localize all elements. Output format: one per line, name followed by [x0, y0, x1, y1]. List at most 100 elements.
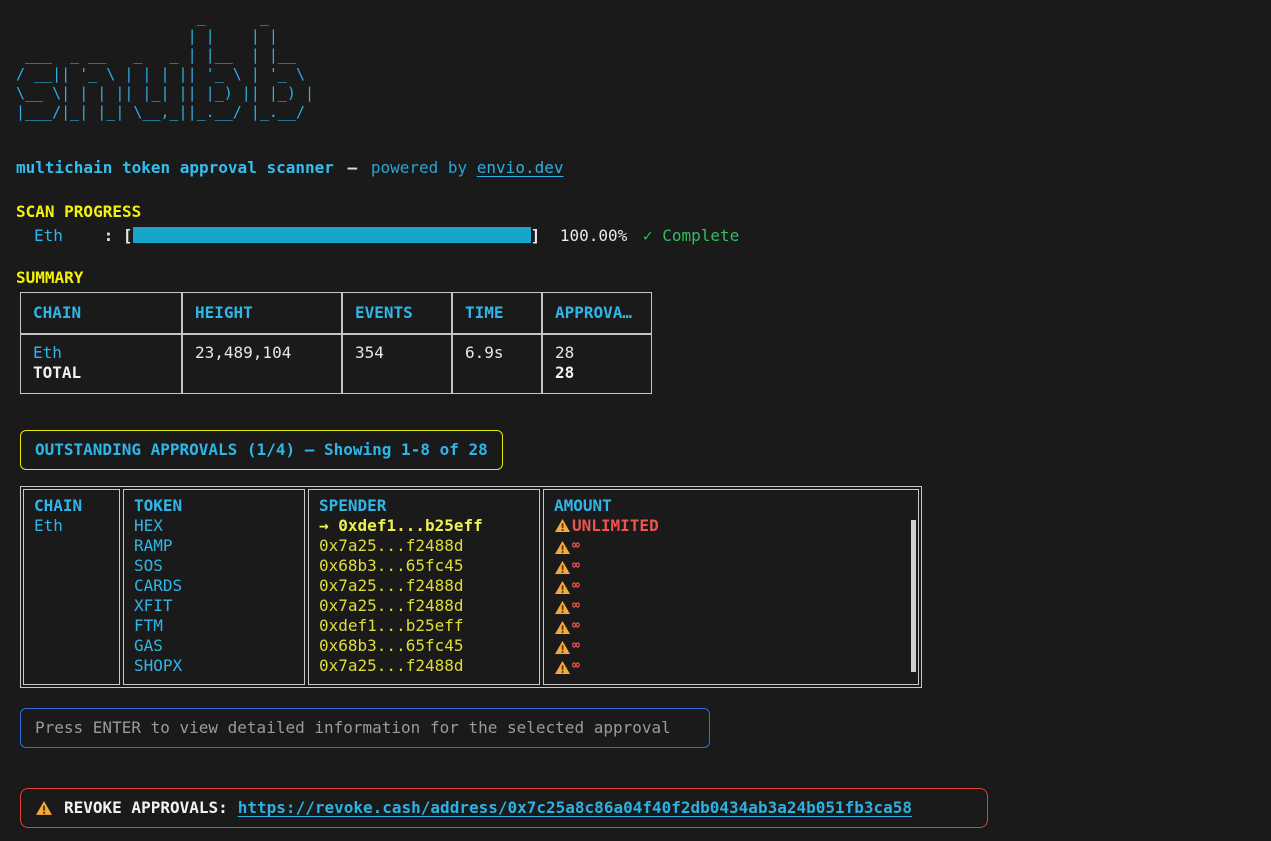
- summary-approvals-value: 28: [555, 343, 639, 363]
- approvals-column-token: TOKEN HEXRAMPSOSCARDSXFITFTMGASSHOPX: [123, 489, 305, 685]
- amount-cell[interactable]: ∞: [554, 556, 908, 576]
- spender-cell[interactable]: 0x68b3...65fc45: [319, 556, 529, 576]
- approvals-chain-value: Eth: [34, 516, 109, 536]
- spender-cell[interactable]: 0xdef1...b25eff: [319, 616, 529, 636]
- spender-cell[interactable]: 0x68b3...65fc45: [319, 636, 529, 656]
- token-cell[interactable]: CARDS: [134, 576, 294, 596]
- hint-message: Press ENTER to view detailed information…: [20, 708, 710, 748]
- summary-cell-height: 23,489,104: [182, 334, 342, 394]
- summary-chain-value: Eth: [33, 343, 169, 363]
- summary-col-chain: CHAIN: [20, 292, 182, 334]
- app-title-line: multichain token approval scanner — powe…: [16, 158, 1255, 178]
- progress-chain-label: Eth: [34, 226, 94, 246]
- warning-icon: [554, 620, 571, 635]
- progress-row: Eth : [] 100.00% ✓ Complete: [16, 226, 1255, 246]
- warning-icon: [554, 580, 571, 595]
- amount-value: ∞: [572, 558, 579, 573]
- revoke-label: REVOKE APPROVALS:: [64, 798, 228, 818]
- summary-total-label: TOTAL: [33, 363, 169, 383]
- amount-cell[interactable]: UNLIMITED: [554, 516, 908, 536]
- approvals-col-header-token: TOKEN: [134, 496, 294, 516]
- approvals-column-spender: SPENDER → 0xdef1...b25eff0x7a25...f2488d…: [308, 489, 540, 685]
- outstanding-approvals-header: OUTSTANDING APPROVALS (1/4) — Showing 1-…: [20, 430, 503, 470]
- scrollbar-thumb[interactable]: [911, 520, 916, 672]
- token-cell[interactable]: RAMP: [134, 536, 294, 556]
- approvals-col-header-chain: CHAIN: [34, 496, 109, 516]
- amount-cell[interactable]: ∞: [554, 636, 908, 656]
- summary-col-events: EVENTS: [342, 292, 452, 334]
- revoke-link[interactable]: https://revoke.cash/address/0x7c25a8c86a…: [238, 798, 912, 818]
- spender-cell[interactable]: 0x7a25...f2488d: [319, 536, 529, 556]
- amount-value: ∞: [572, 598, 579, 613]
- amount-value: ∞: [572, 638, 579, 653]
- spender-address: 0xdef1...b25eff: [338, 516, 483, 535]
- summary-table: CHAIN HEIGHT EVENTS TIME APPROVA… Eth TO…: [20, 292, 652, 394]
- summary-cell-approvals: 28 28: [542, 334, 652, 394]
- spender-cell[interactable]: 0x7a25...f2488d: [319, 656, 529, 676]
- amount-value: ∞: [572, 658, 579, 673]
- amount-cell[interactable]: ∞: [554, 616, 908, 636]
- spender-cell[interactable]: 0x7a25...f2488d: [319, 596, 529, 616]
- summary-body-row: Eth TOTAL 23,489,104 354 6.9s 28 28: [20, 334, 652, 394]
- warning-icon: [554, 540, 571, 555]
- progress-bracket-close: ]: [531, 226, 541, 245]
- progress-status-label: Complete: [662, 226, 739, 245]
- approvals-column-amount: AMOUNT UNLIMITED ∞ ∞ ∞ ∞ ∞ ∞ ∞: [543, 489, 919, 685]
- warning-icon: [554, 660, 571, 675]
- spender-column-items: → 0xdef1...b25eff0x7a25...f2488d0x68b3..…: [319, 516, 529, 676]
- token-cell[interactable]: SOS: [134, 556, 294, 576]
- summary-cell-events: 354: [342, 334, 452, 394]
- summary-events-value: 354: [355, 343, 439, 363]
- progress-bar: [133, 227, 531, 243]
- warning-icon: [554, 600, 571, 615]
- warning-icon: [35, 800, 53, 816]
- revoke-banner: REVOKE APPROVALS: https://revoke.cash/ad…: [20, 788, 988, 828]
- progress-percent: 100.00%: [550, 226, 633, 245]
- summary-header-row: CHAIN HEIGHT EVENTS TIME APPROVA…: [20, 292, 652, 334]
- spender-cell[interactable]: → 0xdef1...b25eff: [319, 516, 529, 536]
- selected-arrow-icon: →: [319, 516, 329, 535]
- warning-icon: [554, 560, 571, 575]
- scan-progress-heading: SCAN PROGRESS: [16, 202, 1255, 222]
- token-cell[interactable]: SHOPX: [134, 656, 294, 676]
- token-cell[interactable]: GAS: [134, 636, 294, 656]
- amount-value: UNLIMITED: [572, 516, 659, 535]
- summary-col-time: TIME: [452, 292, 542, 334]
- summary-cell-time: 6.9s: [452, 334, 542, 394]
- progress-bracket-open: [: [123, 226, 133, 245]
- summary-time-value: 6.9s: [465, 343, 529, 363]
- approvals-col-header-amount: AMOUNT: [554, 496, 908, 516]
- check-icon: ✓: [643, 226, 653, 245]
- progress-bar-fill: [133, 227, 531, 243]
- spender-cell[interactable]: 0x7a25...f2488d: [319, 576, 529, 596]
- amount-cell[interactable]: ∞: [554, 576, 908, 596]
- progress-colon: :: [104, 226, 114, 245]
- amount-column-items: UNLIMITED ∞ ∞ ∞ ∞ ∞ ∞ ∞: [554, 516, 908, 676]
- summary-heading: SUMMARY: [16, 268, 1255, 288]
- app-title: multichain token approval scanner: [16, 158, 334, 177]
- amount-value: ∞: [572, 618, 579, 633]
- approvals-table: CHAIN Eth TOKEN HEXRAMPSOSCARDSXFITFTMGA…: [20, 486, 922, 688]
- token-column-items: HEXRAMPSOSCARDSXFITFTMGASSHOPX: [134, 516, 294, 676]
- token-cell[interactable]: HEX: [134, 516, 294, 536]
- summary-col-height: HEIGHT: [182, 292, 342, 334]
- approvals-col-header-spender: SPENDER: [319, 496, 529, 516]
- warning-icon: [554, 640, 571, 655]
- amount-cell[interactable]: ∞: [554, 656, 908, 676]
- powered-by-text: powered by: [371, 158, 467, 177]
- amount-value: ∞: [572, 538, 579, 553]
- envio-link[interactable]: envio.dev: [477, 158, 564, 177]
- approvals-column-chain: CHAIN Eth: [23, 489, 120, 685]
- token-cell[interactable]: XFIT: [134, 596, 294, 616]
- amount-value: ∞: [572, 578, 579, 593]
- progress-status: ✓ Complete: [643, 226, 739, 245]
- warning-icon: [554, 518, 571, 533]
- amount-cell[interactable]: ∞: [554, 536, 908, 556]
- amount-cell[interactable]: ∞: [554, 596, 908, 616]
- token-cell[interactable]: FTM: [134, 616, 294, 636]
- summary-col-approvals: APPROVA…: [542, 292, 652, 334]
- app-logo-ascii: _ _ | | | | ___ _ __ _ _ | |__ | |__ / _…: [16, 8, 1255, 122]
- title-separator: —: [344, 158, 362, 177]
- summary-cell-chain: Eth TOTAL: [20, 334, 182, 394]
- summary-approvals-total: 28: [555, 363, 639, 383]
